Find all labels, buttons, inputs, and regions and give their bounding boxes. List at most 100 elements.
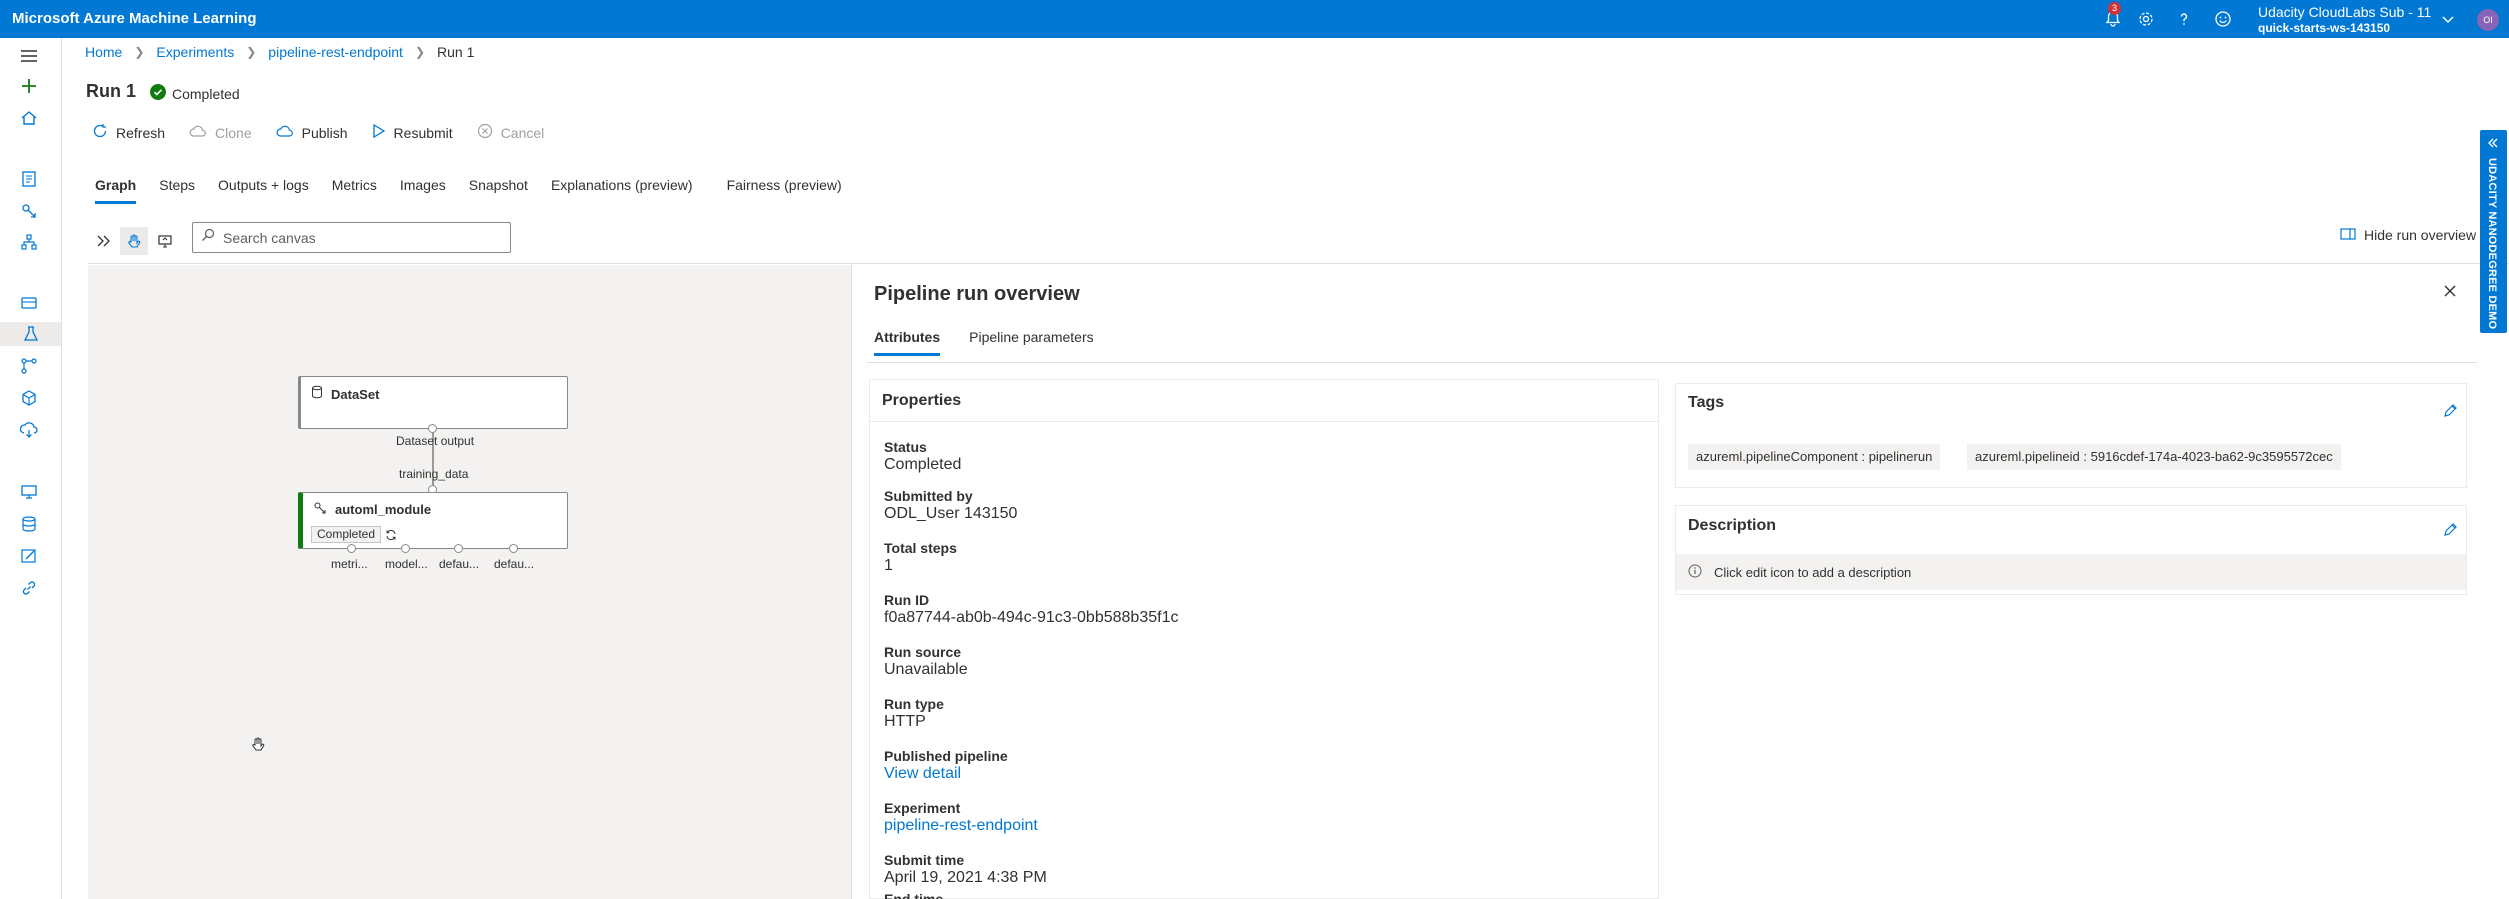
tab-snapshot[interactable]: Snapshot <box>469 177 528 204</box>
datastores-icon[interactable] <box>17 512 41 536</box>
automl-icon <box>313 501 327 520</box>
description-info-bar: Click edit icon to add a description <box>1676 554 2466 590</box>
tags-card: Tags azureml.pipelineComponent : pipelin… <box>1675 383 2467 488</box>
run-id-value: f0a87744-ab0b-494c-91c3-0bb588b35f1c <box>884 609 1179 626</box>
expand-panel-icon[interactable] <box>90 227 118 255</box>
overview-tabs: Attributes Pipeline parameters <box>874 329 1123 356</box>
avatar[interactable]: OI <box>2477 9 2499 31</box>
tab-metrics[interactable]: Metrics <box>332 177 377 204</box>
hide-run-overview-button[interactable]: Hide run overview <box>2340 227 2476 243</box>
experiment-link[interactable]: pipeline-rest-endpoint <box>884 817 1038 835</box>
tab-explanations[interactable]: Explanations (preview) <box>551 177 693 204</box>
datasets-icon[interactable] <box>17 291 41 315</box>
app-title[interactable]: Microsoft Azure Machine Learning <box>12 10 256 27</box>
notebook-icon[interactable] <box>17 167 41 191</box>
experiments-icon[interactable] <box>0 322 61 346</box>
search-canvas-box <box>192 222 511 253</box>
tags-heading: Tags <box>1688 394 1725 411</box>
home-icon[interactable] <box>17 106 41 130</box>
output-port[interactable] <box>428 424 437 433</box>
property-label: Run source <box>884 644 962 660</box>
minimap-icon[interactable] <box>151 227 179 255</box>
clone-button[interactable]: Clone <box>189 124 252 141</box>
breadcrumb-home[interactable]: Home <box>85 44 122 60</box>
port-label: defau... <box>494 557 535 571</box>
automated-ml-icon[interactable] <box>17 199 41 223</box>
models-icon[interactable] <box>17 386 41 410</box>
hand-pan-icon[interactable] <box>120 227 148 255</box>
canvas-toolbar: Hide run overview <box>88 222 2509 264</box>
notification-count-badge: 3 <box>2108 2 2121 15</box>
chevron-right-icon: ❯ <box>134 45 145 59</box>
property-label: Experiment <box>884 800 961 816</box>
database-icon <box>311 385 323 404</box>
property-label: Status <box>884 439 927 455</box>
play-icon <box>372 123 386 142</box>
port-label: model... <box>385 557 428 571</box>
property-value: Unavailable <box>884 661 968 678</box>
endpoints-icon[interactable] <box>17 418 41 442</box>
output-port[interactable] <box>401 544 410 553</box>
command-bar: Refresh Clone Publish Resubmit Cancel <box>92 123 568 142</box>
tab-pipeline-parameters[interactable]: Pipeline parameters <box>969 329 1094 356</box>
property-value: HTTP <box>884 713 926 730</box>
publish-button[interactable]: Publish <box>276 124 348 141</box>
chevron-down-icon[interactable] <box>2436 7 2460 31</box>
pipeline-graph-canvas[interactable]: DataSet Dataset output training_data aut… <box>88 265 851 899</box>
description-hint: Click edit icon to add a description <box>1714 564 1912 580</box>
data-labeling-icon[interactable] <box>17 544 41 568</box>
info-icon <box>1688 564 1702 581</box>
refresh-button[interactable]: Refresh <box>92 123 165 142</box>
status-badge: Completed <box>150 84 240 103</box>
tag-chip: azureml.pipelineid : 5916cdef-174a-4023-… <box>1967 444 2341 470</box>
graph-edges <box>432 429 434 487</box>
automl-module-node[interactable]: automl_module Completed <box>298 492 568 549</box>
tab-graph[interactable]: Graph <box>95 177 137 204</box>
dataset-node[interactable]: DataSet <box>298 376 568 429</box>
linked-services-icon[interactable] <box>17 576 41 600</box>
property-label: Run type <box>884 696 944 712</box>
property-label: Run ID <box>884 592 930 608</box>
description-card: Description Click edit icon to add a des… <box>1675 505 2467 595</box>
smiley-feedback-icon[interactable] <box>2211 7 2235 31</box>
refresh-icon <box>92 123 108 142</box>
breadcrumb-experiment[interactable]: pipeline-rest-endpoint <box>268 44 403 60</box>
help-icon[interactable] <box>2172 7 2196 31</box>
gear-icon[interactable] <box>2134 7 2158 31</box>
pipelines-icon[interactable] <box>17 354 41 378</box>
run-overview-panel: Pipeline run overview Attributes Pipelin… <box>851 265 2491 899</box>
close-icon[interactable] <box>2440 281 2460 301</box>
property-value: ODL_User 143150 <box>884 505 1018 522</box>
resubmit-button[interactable]: Resubmit <box>372 123 453 142</box>
breadcrumb-current: Run 1 <box>437 44 475 60</box>
breadcrumb-experiments[interactable]: Experiments <box>156 44 234 60</box>
side-banner[interactable]: UDACITY NANODEGREE DEMO <box>2480 130 2507 333</box>
node-status-badge: Completed <box>311 526 382 543</box>
property-label: Published pipeline <box>884 748 1008 764</box>
edit-pencil-icon[interactable] <box>2441 521 2459 539</box>
tab-fairness[interactable]: Fairness (preview) <box>727 177 842 204</box>
view-detail-link[interactable]: View detail <box>884 765 961 783</box>
account-name[interactable]: Udacity CloudLabs Sub - 11 <box>2258 4 2431 20</box>
tab-attributes[interactable]: Attributes <box>874 329 941 356</box>
cancel-button[interactable]: Cancel <box>477 123 544 142</box>
hamburger-menu-icon[interactable] <box>17 44 41 68</box>
output-port[interactable] <box>454 544 463 553</box>
designer-icon[interactable] <box>17 230 41 254</box>
edge-label: training_data <box>399 467 469 481</box>
run-tabs: Graph Steps Outputs + logs Metrics Image… <box>95 177 865 204</box>
tab-steps[interactable]: Steps <box>159 177 195 204</box>
workspace-name[interactable]: quick-starts-ws-143150 <box>2258 21 2390 35</box>
search-canvas-input[interactable] <box>223 229 503 246</box>
status-text: Completed <box>172 85 240 102</box>
cloud-icon <box>189 124 207 141</box>
cancel-icon <box>477 123 493 142</box>
plus-icon[interactable] <box>17 74 41 98</box>
edit-pencil-icon[interactable] <box>2441 402 2459 420</box>
output-port[interactable] <box>509 544 518 553</box>
output-port[interactable] <box>347 544 356 553</box>
tab-outputs-logs[interactable]: Outputs + logs <box>218 177 309 204</box>
compute-icon[interactable] <box>17 480 41 504</box>
tab-images[interactable]: Images <box>400 177 446 204</box>
port-label: metri... <box>331 557 368 571</box>
